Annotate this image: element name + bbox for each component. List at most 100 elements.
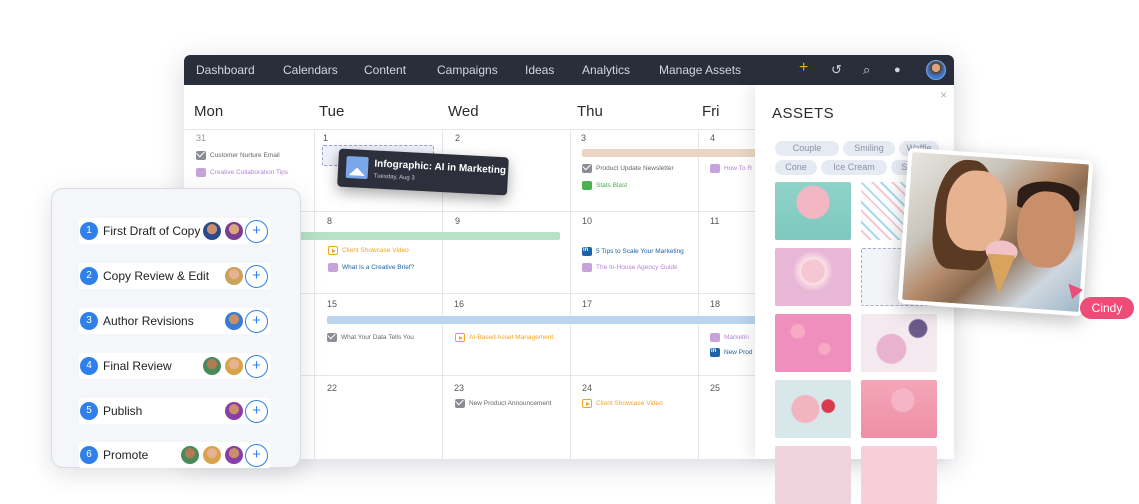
nav-analytics[interactable]: Analytics [582,63,630,77]
event-label: Client Showcase Video [596,400,663,407]
date-cell[interactable]: 3 [581,133,586,143]
date-cell[interactable]: 8 [327,216,332,226]
tag-chip[interactable]: Couple [775,141,839,156]
bell-icon[interactable]: ● [894,62,901,78]
event-label: How To R [724,165,753,172]
event-item[interactable]: Product Update Newsletter [582,164,674,173]
nav-manage-assets[interactable]: Manage Assets [659,63,741,77]
add-assignee-button[interactable]: + [245,220,268,243]
avatar [223,310,245,332]
dragged-asset-photo[interactable] [897,147,1094,317]
asset-thumbnail[interactable] [861,380,937,438]
event-item[interactable]: Customer Nurture Email [196,151,280,160]
date-cell[interactable]: 9 [455,216,460,226]
asset-thumbnail[interactable] [861,314,937,372]
event-item[interactable]: New Prod [710,348,753,357]
workflow-step[interactable]: 2 Copy Review & Edit + [79,263,271,289]
event-item[interactable]: Stats Blast [582,181,627,190]
asset-thumbnail[interactable] [775,446,851,504]
date-cell[interactable]: 11 [710,216,719,226]
event-item[interactable]: 5 Tips to Scale Your Marketing [582,247,684,256]
avatar [201,444,223,466]
nav-campaigns[interactable]: Campaigns [437,63,498,77]
event-label: What Your Data Tells You [341,334,414,341]
workflow-step[interactable]: 4 Final Review + [79,353,271,379]
avatar [201,220,223,242]
add-assignee-button[interactable]: + [245,444,268,467]
add-assignee-button[interactable]: + [245,400,268,423]
date-cell[interactable]: 23 [454,383,464,393]
event-label: Client Showcase Video [342,247,409,254]
user-avatar[interactable] [926,60,946,80]
workflow-step[interactable]: 3 Author Revisions + [79,308,271,334]
search-icon[interactable]: ⌕ [863,62,870,78]
event-item[interactable]: The In-House Agency Guide [582,263,678,272]
date-cell[interactable]: 10 [582,216,592,226]
date-cell[interactable]: 2 [455,133,460,143]
grid-line [570,129,571,459]
date-cell[interactable]: 1 [323,133,328,143]
plus-icon[interactable]: + [799,60,808,76]
step-number: 3 [80,312,98,330]
rss-icon [196,168,206,177]
event-item[interactable]: What Your Data Tells You [327,333,414,342]
rss-icon [710,333,720,342]
event-label: New Product Announcement [469,400,552,407]
history-icon[interactable]: ↺ [831,62,842,78]
date-cell[interactable]: 18 [710,299,720,309]
workflow-step[interactable]: 6 Promote + [79,442,271,468]
campaign-bar[interactable] [582,149,757,157]
event-item[interactable]: New Product Announcement [455,399,551,408]
date-cell[interactable]: 16 [454,299,464,309]
rss-icon [710,164,720,173]
day-wed: Wed [448,103,479,120]
close-icon[interactable]: × [940,88,947,102]
date-cell[interactable]: 31 [196,133,206,143]
asset-thumbnail[interactable] [775,380,851,438]
date-cell[interactable]: 4 [710,133,715,143]
video-icon [455,333,465,342]
date-cell[interactable]: 24 [582,383,592,393]
date-cell[interactable]: 22 [327,383,337,393]
nav-calendars[interactable]: Calendars [283,63,338,77]
campaign-bar[interactable] [284,232,560,240]
email-icon [327,333,337,342]
workflow-step[interactable]: 1 First Draft of Copy + [79,218,271,244]
asset-thumbnail[interactable] [775,314,851,372]
event-item[interactable]: Creative Collaboration Tips [196,168,288,177]
campaign-bar[interactable] [327,316,757,324]
event-item[interactable]: Client Showcase Video [328,246,409,255]
step-label: Publish [103,404,143,418]
nav-ideas[interactable]: Ideas [525,63,554,77]
tag-chip[interactable]: Ice Cream [821,160,887,175]
event-item[interactable]: How To R [710,164,752,173]
nav-dashboard[interactable]: Dashboard [196,63,255,77]
avatar [223,220,245,242]
event-item[interactable]: What Is a Creative Brief? [328,263,414,272]
step-number: 6 [80,446,98,464]
video-icon [582,399,592,408]
date-cell[interactable]: 17 [582,299,592,309]
add-assignee-button[interactable]: + [245,310,268,333]
date-cell[interactable]: 15 [327,299,337,309]
asset-thumbnail[interactable] [861,446,937,504]
workflow-step[interactable]: 5 Publish + [79,398,271,424]
day-fri: Fri [702,103,720,120]
top-nav: Dashboard Calendars Content Campaigns Id… [184,55,954,85]
asset-thumbnail[interactable] [775,248,851,306]
event-item[interactable]: Client Showcase Video [582,399,663,408]
event-item[interactable]: Marketin [710,333,749,342]
event-item[interactable]: AI-Based Asset Management [455,333,553,342]
add-assignee-button[interactable]: + [245,355,268,378]
event-label: Marketin [724,334,749,341]
tag-chip[interactable]: Smiling [843,141,895,156]
tag-chip[interactable]: Cone [775,160,817,175]
step-number: 5 [80,402,98,420]
date-cell[interactable]: 25 [710,383,720,393]
event-label: New Prod [724,349,753,356]
step-label: Copy Review & Edit [103,269,210,283]
add-assignee-button[interactable]: + [245,265,268,288]
nav-content[interactable]: Content [364,63,406,77]
asset-thumbnail[interactable] [775,182,851,240]
avatar [223,444,245,466]
